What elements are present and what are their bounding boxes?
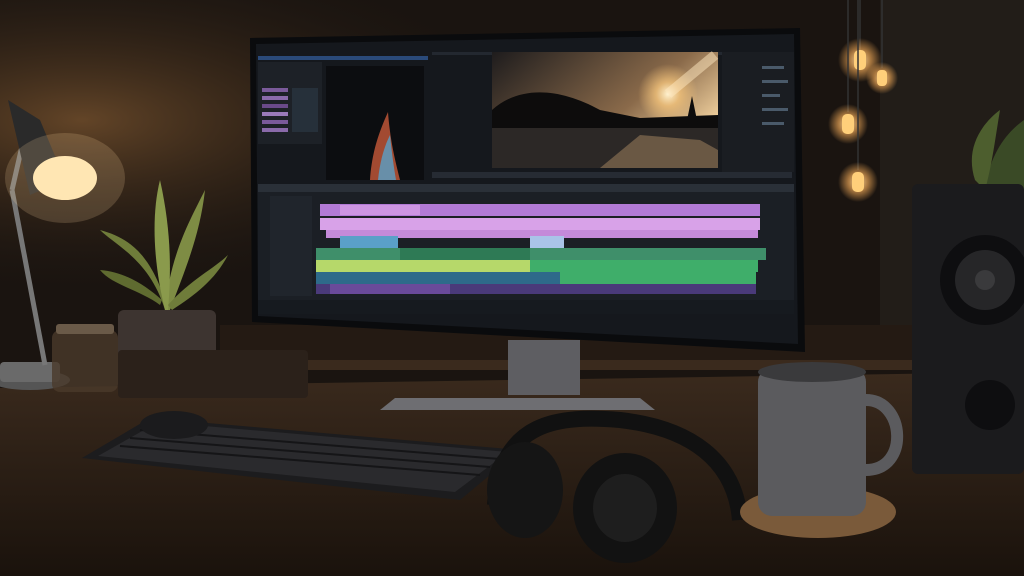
speaker-icon <box>912 184 1024 474</box>
mouse-icon <box>140 411 208 439</box>
desk-scene <box>0 0 1024 576</box>
effects-panel <box>722 52 794 172</box>
desk-tray <box>118 350 308 398</box>
scene-illustration <box>0 0 1024 576</box>
track-headers <box>270 196 312 296</box>
glass-jar-icon <box>52 324 118 392</box>
monitor-icon <box>250 28 805 352</box>
